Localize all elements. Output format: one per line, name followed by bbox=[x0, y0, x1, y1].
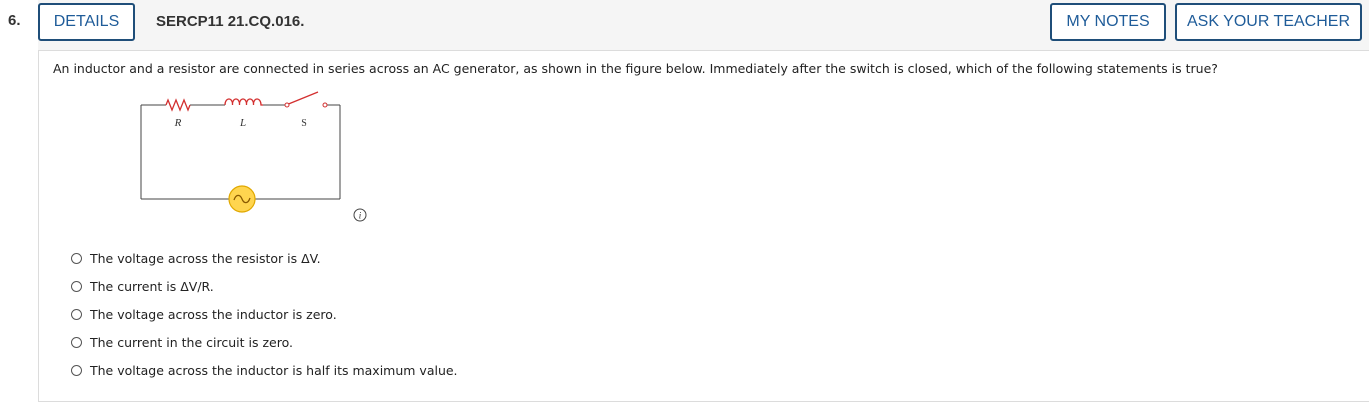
answer-choice[interactable]: The voltage across the resistor is ΔV. bbox=[71, 244, 458, 272]
radio-button[interactable] bbox=[71, 364, 82, 376]
resistor-label: R bbox=[174, 117, 182, 129]
answer-choice[interactable]: The voltage across the inductor is zero. bbox=[71, 300, 458, 328]
answer-choices: The voltage across the resistor is ΔV. T… bbox=[71, 244, 458, 384]
choice-label: The current is ΔV/R. bbox=[90, 278, 214, 294]
info-icon[interactable]: i bbox=[353, 208, 367, 222]
question-header: DETAILS SERCP11 21.CQ.016. MY NOTES ASK … bbox=[38, 0, 1369, 51]
switch-label: S bbox=[301, 118, 307, 129]
circuit-figure: R L S bbox=[140, 91, 341, 213]
radio-button[interactable] bbox=[71, 252, 82, 264]
question-prompt: An inductor and a resistor are connected… bbox=[53, 61, 1218, 76]
choice-label: The voltage across the resistor is ΔV. bbox=[90, 250, 321, 266]
details-button[interactable]: DETAILS bbox=[38, 3, 135, 41]
choice-label: The current in the circuit is zero. bbox=[90, 334, 293, 350]
switch-symbol bbox=[284, 91, 328, 108]
radio-button[interactable] bbox=[71, 280, 82, 292]
choice-label: The voltage across the inductor is half … bbox=[90, 362, 458, 378]
inductor-symbol bbox=[224, 98, 263, 106]
question-body: An inductor and a resistor are connected… bbox=[38, 51, 1369, 402]
answer-choice[interactable]: The current is ΔV/R. bbox=[71, 272, 458, 300]
ac-source-symbol bbox=[228, 185, 256, 213]
answer-choice[interactable]: The current in the circuit is zero. bbox=[71, 328, 458, 356]
inductor-label: L bbox=[239, 117, 246, 129]
my-notes-button[interactable]: MY NOTES bbox=[1050, 3, 1166, 41]
ask-your-teacher-button[interactable]: ASK YOUR TEACHER bbox=[1175, 3, 1362, 41]
question-number: 6. bbox=[8, 12, 21, 29]
radio-button[interactable] bbox=[71, 336, 82, 348]
question-id: SERCP11 21.CQ.016. bbox=[156, 13, 305, 30]
choice-label: The voltage across the inductor is zero. bbox=[90, 306, 337, 322]
radio-button[interactable] bbox=[71, 308, 82, 320]
answer-choice[interactable]: The voltage across the inductor is half … bbox=[71, 356, 458, 384]
resistor-symbol bbox=[165, 98, 191, 112]
